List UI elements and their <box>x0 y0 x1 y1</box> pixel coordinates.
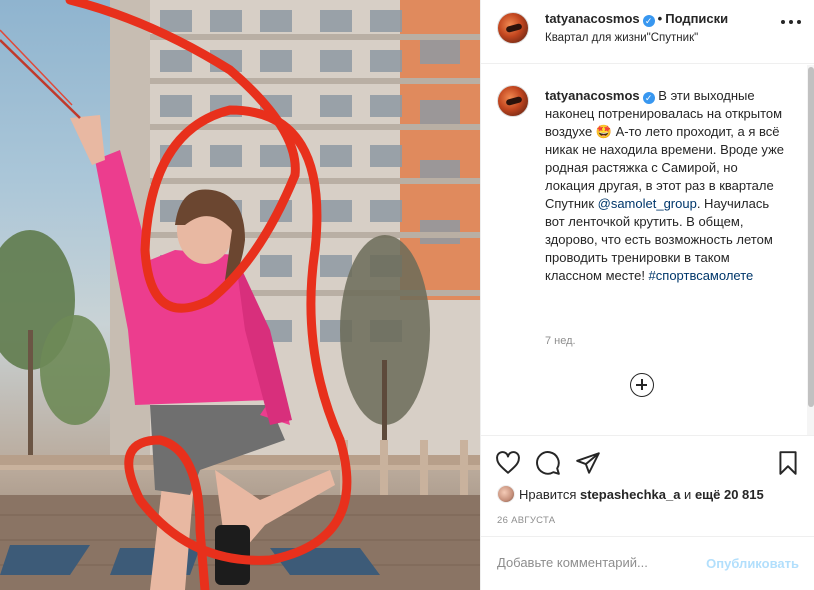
caption-username[interactable]: tatyanacosmos <box>545 88 640 103</box>
caption-avatar[interactable] <box>497 85 529 117</box>
likes-count[interactable]: ещё 20 815 <box>695 487 764 502</box>
save-icon[interactable] <box>775 450 801 476</box>
scrollbar-thumb[interactable] <box>808 67 814 407</box>
comment-icon[interactable] <box>535 450 561 476</box>
heart-icon[interactable] <box>495 450 521 476</box>
following-button[interactable]: Подписки <box>665 11 728 26</box>
liker-avatar[interactable] <box>497 485 515 503</box>
author-avatar[interactable] <box>497 12 529 44</box>
comments-area[interactable]: tatyanacosmos ✓ В эти выходные наконец по… <box>481 65 814 435</box>
likes-line: Нравится stepashechka_a и ещё 20 815 <box>497 485 764 503</box>
post-photo[interactable] <box>0 0 480 590</box>
post-date[interactable]: 26 АВГУСТА <box>497 515 555 526</box>
post-actions: Нравится stepashechka_a и ещё 20 815 26 … <box>481 435 814 535</box>
comment-bar: Опубликовать <box>481 536 814 590</box>
caption-time[interactable]: 7 нед. <box>545 335 576 347</box>
header-dot: • <box>657 11 663 26</box>
post-header: tatyanacosmos ✓ • Подписки Квартал для жизн… <box>481 0 814 64</box>
header-user-line: tatyanacosmos ✓ • Подписки <box>545 11 728 27</box>
verified-icon: ✓ <box>642 15 655 27</box>
location-link[interactable]: Квартал для жизни"Спутник" <box>545 32 698 44</box>
more-icon[interactable] <box>781 14 801 30</box>
caption-text-1: В эти выходные наконец потренировалась н… <box>545 88 784 211</box>
publish-button[interactable]: Опубликовать <box>706 556 799 571</box>
mention-link[interactable]: @samolet_group <box>598 196 697 211</box>
author-username[interactable]: tatyanacosmos <box>545 11 640 26</box>
plus-circle-icon[interactable] <box>630 373 654 397</box>
post-side-panel: tatyanacosmos ✓ • Подписки Квартал для жизн… <box>480 0 814 590</box>
likes-middle: и <box>680 487 695 502</box>
likes-prefix: Нравится <box>519 487 580 502</box>
hashtag-link[interactable]: #спортвсамолете <box>649 268 754 283</box>
liker-username[interactable]: stepashechka_a <box>580 487 680 502</box>
comment-input[interactable] <box>497 555 697 570</box>
share-icon[interactable] <box>575 450 601 476</box>
post-modal: tatyanacosmos ✓ • Подписки Квартал для жизн… <box>0 0 814 590</box>
photo-illustration <box>0 0 480 590</box>
verified-icon: ✓ <box>642 92 655 104</box>
comments-scrollbar[interactable] <box>807 65 814 435</box>
caption: tatyanacosmos ✓ В эти выходные наконец по… <box>545 87 790 285</box>
